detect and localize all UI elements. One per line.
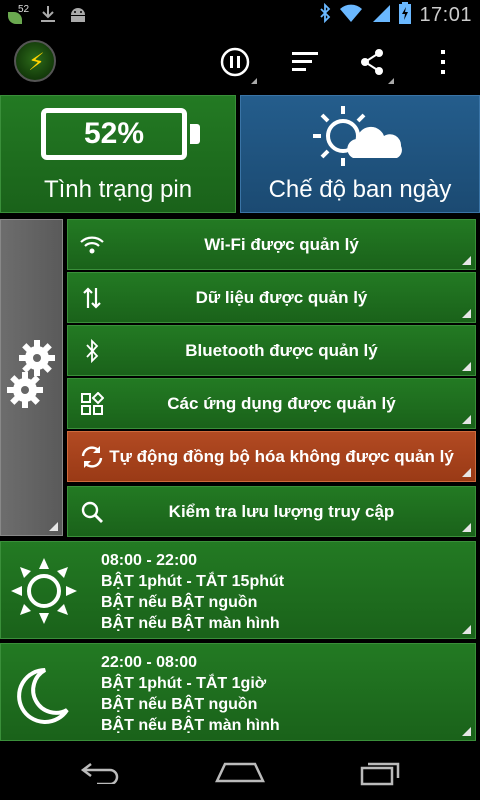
- notification-area: 52: [6, 4, 88, 29]
- data-managed-label: Dữ liệu được quản lý: [195, 287, 368, 307]
- share-icon: [361, 49, 383, 75]
- night-schedule-power-rule: BẬT nếu BẬT nguồn: [101, 696, 258, 713]
- data-arrows-icon: [78, 284, 106, 312]
- recents-button[interactable]: [340, 752, 420, 792]
- sync-icon: [78, 443, 106, 471]
- download-icon: [40, 4, 56, 29]
- pause-icon: [220, 47, 250, 77]
- app-notification-icon: 52: [6, 3, 30, 28]
- day-schedule-details: 08:00 - 22:00 BẬT 1phút - TẮT 15phút BẬT…: [101, 550, 284, 634]
- auto-sync-unmanaged-button[interactable]: Tự động đồng bộ hóa không được quản lý: [67, 431, 476, 482]
- share-button[interactable]: [352, 42, 394, 84]
- action-bar: ⚡: [0, 32, 480, 90]
- day-schedule-cycle: BẬT 1phút - TẮT 15phút: [101, 573, 285, 590]
- sun-icon: [9, 556, 79, 626]
- day-schedule-time: 08:00 - 22:00: [101, 552, 198, 569]
- notification-count: 52: [18, 3, 30, 15]
- home-icon: [215, 762, 265, 783]
- navigation-bar: [0, 744, 480, 800]
- wifi-managed-button[interactable]: Wi-Fi được quản lý: [67, 219, 476, 270]
- night-schedule-details: 22:00 - 08:00 BẬT 1phút - TẮT 1giờ BẬT n…: [101, 652, 280, 736]
- battery-charging-icon: [399, 2, 412, 29]
- app-logo[interactable]: ⚡: [14, 40, 56, 82]
- battery-percent: 52%: [83, 117, 145, 150]
- day-schedule-power-rule: BẬT nếu BẬT nguồn: [101, 594, 258, 611]
- apps-managed-button[interactable]: Các ứng dụng được quản lý: [67, 378, 476, 429]
- status-bar: 52 17:01: [0, 0, 480, 32]
- apps-icon: [78, 390, 106, 418]
- back-button[interactable]: [60, 752, 140, 792]
- pause-button[interactable]: [215, 42, 257, 84]
- back-icon: [80, 763, 119, 784]
- search-icon: [78, 498, 106, 526]
- data-managed-button[interactable]: Dữ liệu được quản lý: [67, 272, 476, 323]
- apps-managed-label: Các ứng dụng được quản lý: [167, 393, 396, 413]
- recents-icon: [360, 762, 400, 786]
- home-button[interactable]: [200, 752, 280, 792]
- night-schedule-cycle: BẬT 1phút - TẮT 1giờ: [101, 675, 267, 692]
- overflow-menu-icon: [441, 50, 445, 74]
- day-schedule-screen-rule: BẬT nếu BẬT màn hình: [101, 615, 280, 632]
- night-schedule-screen-rule: BẬT nếu BẬT màn hình: [101, 717, 280, 734]
- bluetooth-icon: [319, 2, 331, 28]
- settings-tile[interactable]: [0, 219, 63, 536]
- overflow-menu-button[interactable]: [423, 42, 463, 82]
- bluetooth-icon: [78, 337, 106, 365]
- status-icons: 17:01: [319, 2, 472, 29]
- sort-button[interactable]: [285, 42, 325, 82]
- day-mode-label: Chế độ ban ngày: [268, 176, 452, 203]
- day-mode-tile[interactable]: Chế độ ban ngày: [240, 95, 480, 213]
- clock: 17:01: [419, 4, 472, 26]
- lightning-power-icon: ⚡: [28, 49, 45, 76]
- battery-status-label: Tình trạng pin: [43, 176, 193, 203]
- wifi-icon: [339, 3, 363, 28]
- traffic-check-button[interactable]: Kiểm tra lưu lượng truy cập: [67, 486, 476, 537]
- gears-icon: [7, 338, 57, 417]
- wifi-icon: [78, 231, 106, 259]
- auto-sync-label: Tự động đồng bộ hóa không được quản lý: [109, 446, 454, 466]
- sun-cloud-icon: [309, 102, 409, 175]
- bluetooth-managed-button[interactable]: Bluetooth được quản lý: [67, 325, 476, 376]
- sort-icon: [292, 52, 318, 71]
- night-schedule-time: 22:00 - 08:00: [101, 654, 198, 671]
- android-icon: [68, 5, 88, 28]
- battery-status-tile[interactable]: 52% Tình trạng pin: [0, 95, 236, 213]
- night-schedule-tile[interactable]: 22:00 - 08:00 BẬT 1phút - TẮT 1giờ BẬT n…: [0, 643, 476, 741]
- signal-icon: [371, 3, 391, 28]
- wifi-managed-label: Wi-Fi được quản lý: [204, 234, 359, 254]
- day-schedule-tile[interactable]: 08:00 - 22:00 BẬT 1phút - TẮT 15phút BẬT…: [0, 541, 476, 639]
- moon-icon: [15, 666, 85, 736]
- traffic-check-label: Kiểm tra lưu lượng truy cập: [168, 501, 395, 521]
- bluetooth-managed-label: Bluetooth được quản lý: [185, 340, 378, 360]
